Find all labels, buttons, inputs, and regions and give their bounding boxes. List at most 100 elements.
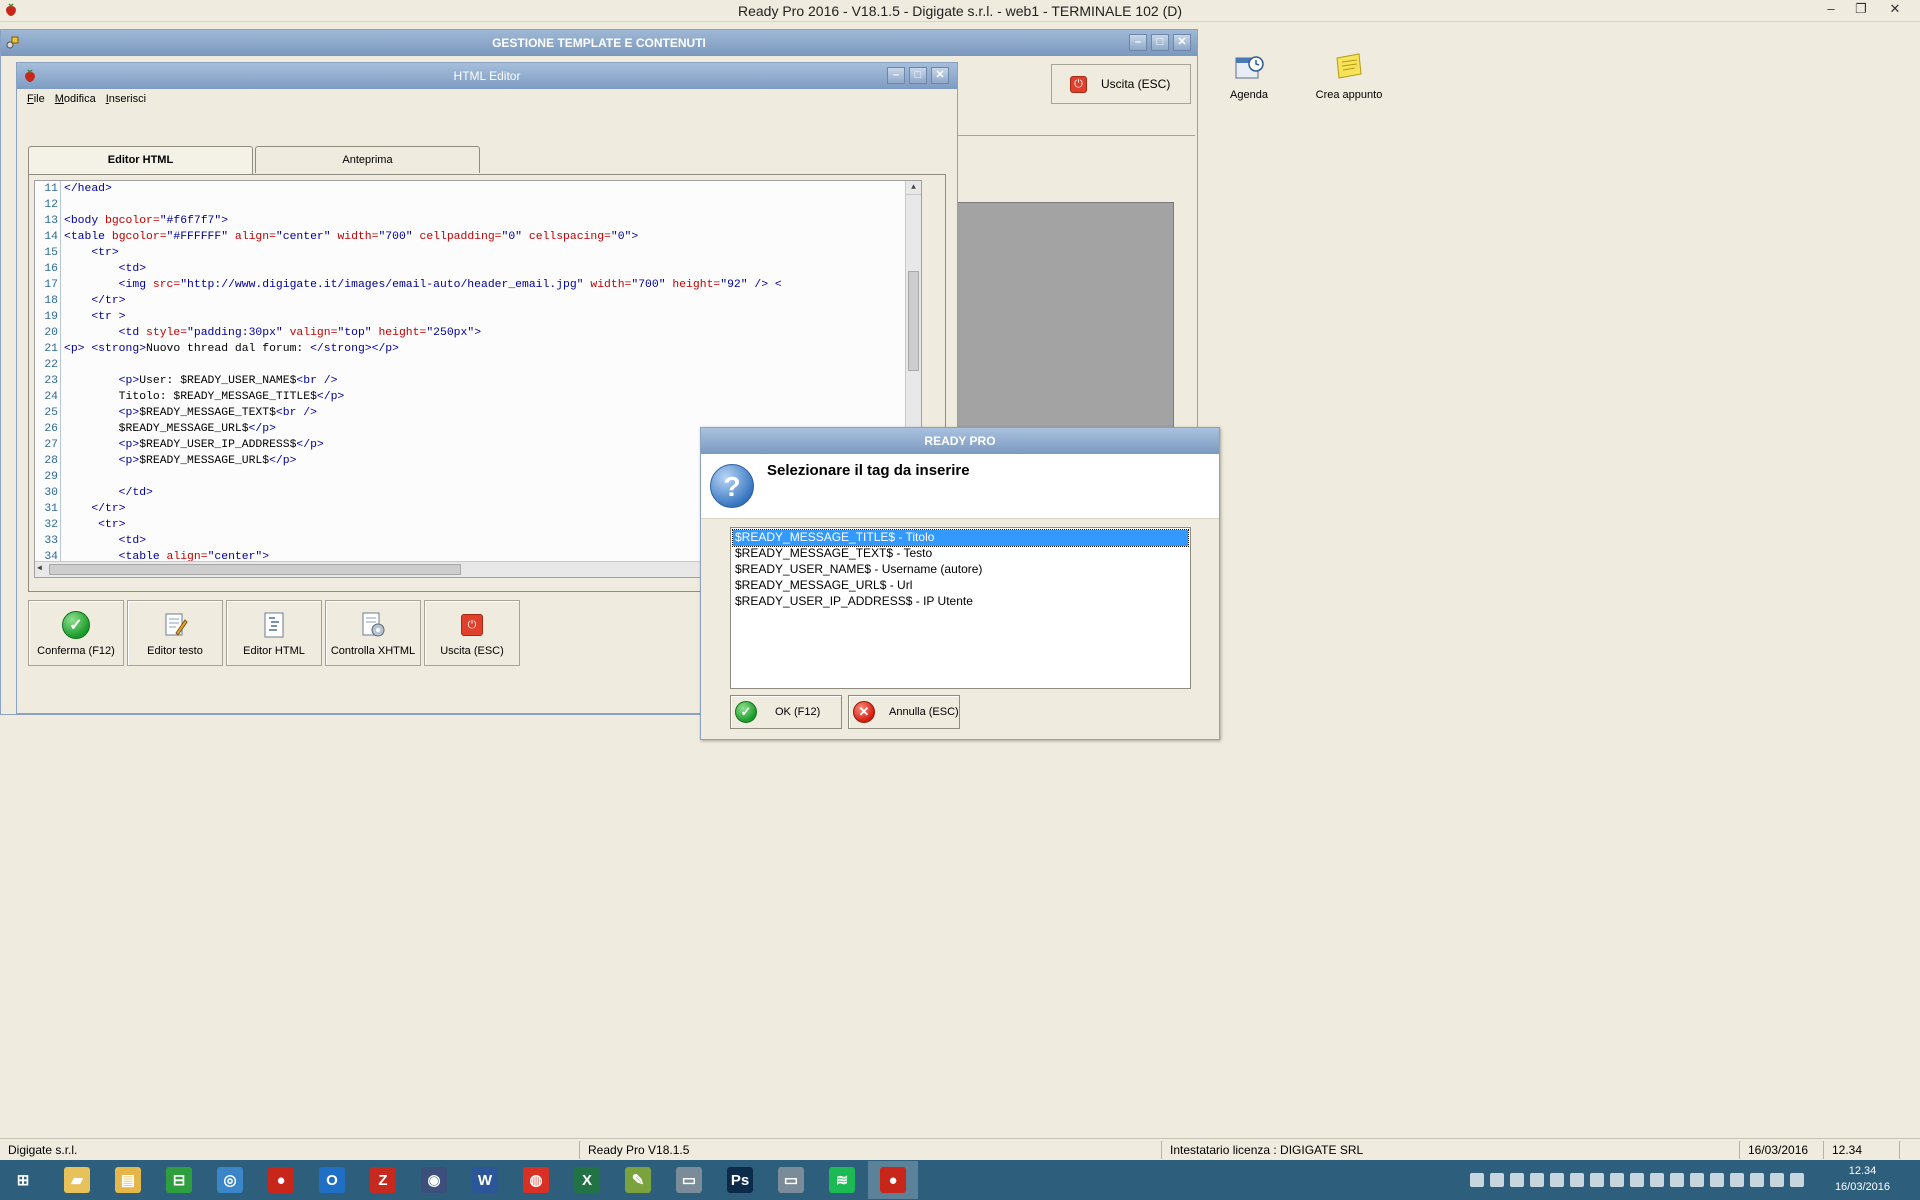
module-minimize-button[interactable]: – [1129,34,1147,51]
code-token: <table [64,231,112,243]
check-xhtml-button[interactable]: Controlla XHTML [325,600,421,666]
restore-button[interactable]: ❐ [1846,1,1876,19]
tab-anteprima[interactable]: Anteprima [255,146,480,173]
tag-list-item[interactable]: $READY_USER_IP_ADDRESS$ - IP Utente [733,594,1188,610]
code-token: "0" [610,231,632,243]
taskbar-keepass-button[interactable]: ◉ [409,1161,459,1199]
tray-app-icon[interactable] [1550,1173,1564,1187]
code-token: "92" [720,279,748,291]
minimize-button[interactable]: – [1816,1,1846,19]
taskbar-word-button[interactable]: W [460,1161,510,1199]
confirm-button[interactable]: ✓ Conferma (F12) [28,600,124,666]
tray-app-icon[interactable] [1490,1173,1504,1187]
line-number: 12 [35,197,61,213]
taskbar-ready-pro-button[interactable]: ● [868,1161,918,1199]
network-icon[interactable] [1690,1173,1704,1187]
tab-editor-html[interactable]: Editor HTML [28,146,253,175]
code-token: <td> [64,535,147,547]
line-number: 32 [35,517,61,533]
taskbar-file-explorer-button[interactable]: ▤ [103,1161,153,1199]
editor-minimize-button[interactable]: – [887,67,905,84]
wifi-icon[interactable] [1790,1173,1804,1187]
tag-list-item[interactable]: $READY_MESSAGE_URL$ - Url [733,578,1188,594]
taskbar-chrome-button[interactable]: ◍ [511,1161,561,1199]
app-title: Ready Pro 2016 - V18.1.5 - Digigate s.r.… [737,3,1183,19]
vertical-scroll-thumb[interactable] [908,271,919,371]
ok-label: OK (F12) [775,706,821,718]
crea-appuntamento-shortcut[interactable]: Crea appunto [1308,52,1390,101]
tag-listbox[interactable]: $READY_MESSAGE_TITLE$ - Titolo $READY_MES… [730,527,1191,689]
agenda-shortcut[interactable]: Agenda [1218,52,1280,101]
tag-list-item[interactable]: $READY_USER_NAME$ - Username (autore) [733,562,1188,578]
code-token: width= [337,231,379,243]
taskbar-window-a-button[interactable]: ▭ [664,1161,714,1199]
module-close-button[interactable]: ✕ [1173,34,1191,51]
volume-icon[interactable] [1770,1173,1784,1187]
tray-app-icon[interactable] [1650,1173,1664,1187]
tray-app-icon[interactable] [1510,1173,1524,1187]
sticky-note-icon [1336,53,1362,79]
tray-app-icon[interactable] [1610,1173,1624,1187]
tag-list-item[interactable]: $READY_MESSAGE_TEXT$ - Testo [733,546,1188,562]
taskbar-photoshop-button[interactable]: Ps [715,1161,765,1199]
module-exit-label: Uscita (ESC) [1101,77,1171,91]
taskbar-window-b-button[interactable]: ▭ [766,1161,816,1199]
taskbar-outlook-button[interactable]: O [307,1161,357,1199]
module-exit-button[interactable]: ⏻ Uscita (ESC) [1051,64,1191,104]
code-token: $READY_MESSAGE_URL$ [64,423,249,435]
tag-list-item[interactable]: $READY_MESSAGE_TITLE$ - Titolo [732,529,1189,547]
tray-app-icon[interactable] [1630,1173,1644,1187]
status-version: Ready Pro V18.1.5 [580,1141,1162,1159]
chrome-dev-icon: ◎ [217,1167,243,1193]
scroll-left-arrow-icon[interactable]: ◀ [37,563,42,573]
close-button[interactable]: ✕ [1880,1,1910,19]
dialog-header: ? Selezionare il tag da inserire [701,454,1219,519]
scroll-up-arrow-icon[interactable]: ▲ [906,181,921,195]
clock-time: 12.34 [1848,1165,1877,1177]
exit-button[interactable]: ⏻ Uscita (ESC) [424,600,520,666]
document-edit-icon [165,613,188,636]
taskbar-spotify-button[interactable]: ≋ [817,1161,867,1199]
taskbar-filezilla-button[interactable]: Z [358,1161,408,1199]
editor-maximize-button[interactable]: □ [909,67,927,84]
ok-button[interactable]: ✓ OK (F12) [730,695,842,729]
taskbar-ready-pro-red-button[interactable]: ● [256,1161,306,1199]
module-maximize-button[interactable]: □ [1151,34,1169,51]
line-number: 26 [35,421,61,437]
line-number: 19 [35,309,61,325]
horizontal-scroll-thumb[interactable] [49,564,461,575]
code-token: align= [234,231,276,243]
taskbar-chrome-dev-button[interactable]: ◎ [205,1161,255,1199]
taskbar-excel-button[interactable]: X [562,1161,612,1199]
code-line: 24 Titolo: $READY_MESSAGE_TITLE$</p> [35,389,921,405]
taskbar-start-button[interactable]: ⊞ [0,1161,46,1199]
taskbar-explorer-shell-button[interactable]: ▰ [52,1161,102,1199]
windows-tray-icon[interactable] [1470,1173,1484,1187]
code-token: </p> [269,455,297,467]
tray-app-icon[interactable] [1570,1173,1584,1187]
window-b-icon: ▭ [778,1167,804,1193]
editor-close-button[interactable]: ✕ [931,67,949,84]
code-token: "0" [501,231,529,243]
taskbar-notepadpp-button[interactable]: ✎ [613,1161,663,1199]
flag-icon[interactable] [1730,1173,1744,1187]
tray-app-icon[interactable] [1530,1173,1544,1187]
taskbar-clock[interactable]: 12.34 16/03/2016 [1835,1163,1890,1195]
menu-modifica[interactable]: Modifica [55,93,96,105]
tray-app-icon[interactable] [1670,1173,1684,1187]
line-number: 13 [35,213,61,229]
line-number: 15 [35,245,61,261]
menu-file[interactable]: File [27,93,45,105]
menu-inserisci[interactable]: Inserisci [106,93,146,105]
file-explorer-icon: ▤ [115,1167,141,1193]
code-token: cellspacing= [528,231,611,243]
code-token: <p> [64,407,140,419]
text-editor-button[interactable]: Editor testo [127,600,223,666]
monitor-icon[interactable] [1750,1173,1764,1187]
tray-app-icon[interactable] [1590,1173,1604,1187]
cancel-button[interactable]: ✕ Annulla (ESC) [848,695,960,729]
ready-pro-icon: ● [880,1167,906,1193]
tray-app-icon[interactable] [1710,1173,1724,1187]
html-editor-button[interactable]: Editor HTML [226,600,322,666]
taskbar-store-button[interactable]: ⊟ [154,1161,204,1199]
